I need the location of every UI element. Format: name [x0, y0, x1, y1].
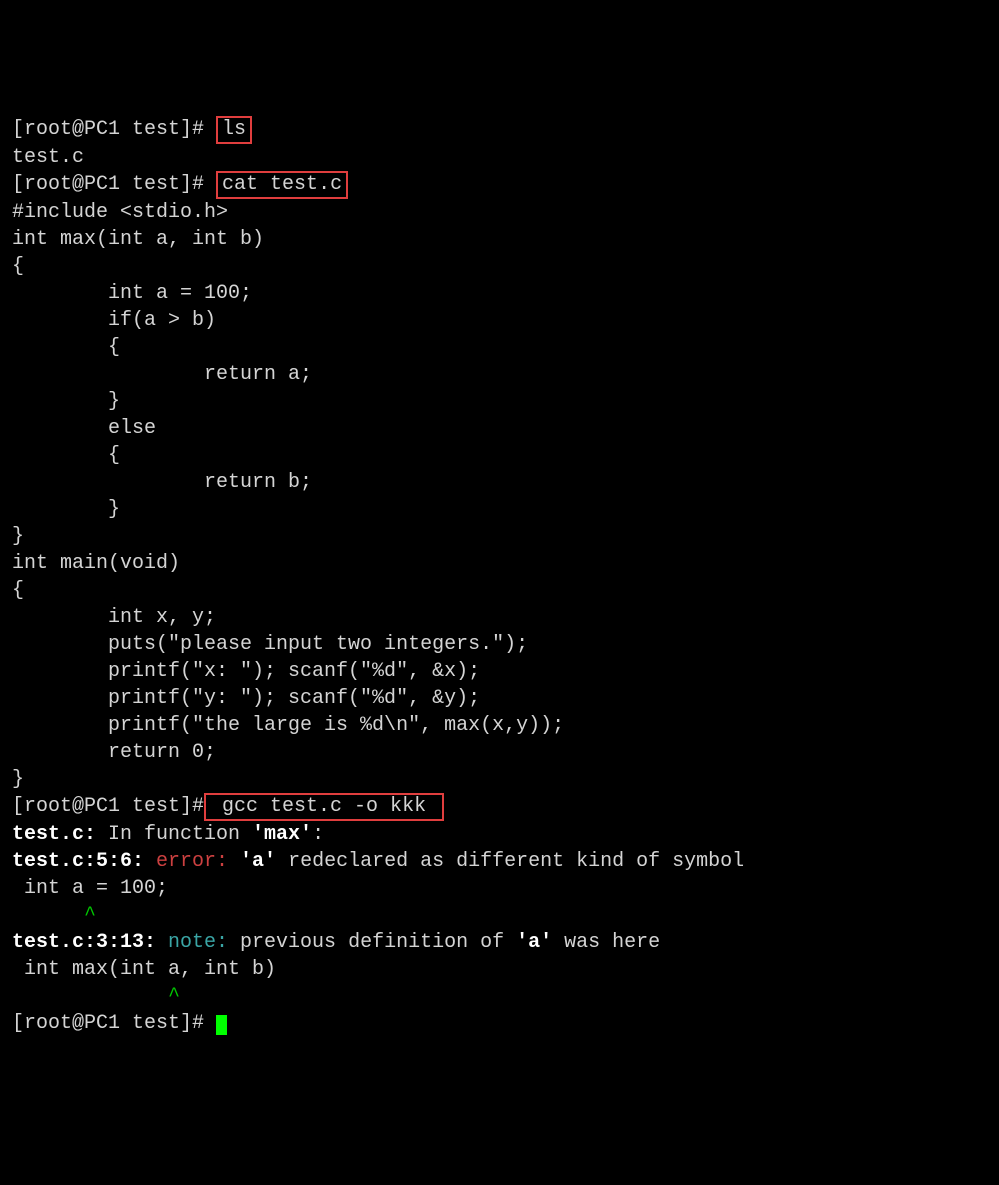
terminal-output: [root@PC1 test]# lstest.c[root@PC1 test]… [12, 116, 987, 1037]
note-label: note: [168, 931, 240, 954]
compiler-location: test.c:5:6: [12, 850, 156, 873]
code-line: printf("y: "); scanf("%d", &y); [12, 685, 987, 712]
code-line: printf("the large is %d\n", max(x,y)); [12, 712, 987, 739]
code-line: } [12, 766, 987, 793]
note-message: previous definition of [240, 931, 516, 954]
shell-prompt: [root@PC1 test]# [12, 1012, 216, 1035]
caret-indicator: ^ [12, 904, 96, 927]
compiler-var: 'a' [240, 850, 276, 873]
compiler-function-name: 'max' [252, 823, 312, 846]
shell-prompt: [root@PC1 test]# [12, 118, 216, 141]
highlighted-command-cat: cat test.c [216, 171, 348, 199]
ls-output: test.c [12, 144, 987, 171]
code-line: int max(int a, int b) [12, 226, 987, 253]
code-line: return 0; [12, 739, 987, 766]
code-line: { [12, 253, 987, 280]
compiler-location: test.c:3:13: [12, 931, 168, 954]
code-line: else [12, 415, 987, 442]
code-line: if(a > b) [12, 307, 987, 334]
code-line: int a = 100; [12, 280, 987, 307]
cursor-icon[interactable] [216, 1015, 227, 1035]
compiler-source-line: int a = 100; [12, 875, 987, 902]
compiler-colon: : [312, 823, 324, 846]
code-line: return a; [12, 361, 987, 388]
code-line: return b; [12, 469, 987, 496]
code-line: } [12, 496, 987, 523]
error-message: redeclared as different kind of symbol [276, 850, 744, 873]
code-line: { [12, 334, 987, 361]
compiler-text: In function [96, 823, 252, 846]
compiler-source-line: int max(int a, int b) [12, 956, 987, 983]
code-line: printf("x: "); scanf("%d", &x); [12, 658, 987, 685]
highlighted-command-ls: ls [216, 116, 252, 144]
error-label: error: [156, 850, 240, 873]
shell-prompt: [root@PC1 test]# [12, 795, 204, 818]
code-line: } [12, 523, 987, 550]
code-line: #include <stdio.h> [12, 199, 987, 226]
caret-indicator: ^ [12, 985, 180, 1008]
compiler-file: test.c: [12, 823, 96, 846]
code-line: { [12, 442, 987, 469]
code-line: } [12, 388, 987, 415]
code-line: puts("please input two integers."); [12, 631, 987, 658]
code-line: int main(void) [12, 550, 987, 577]
highlighted-command-gcc: gcc test.c -o kkk [204, 793, 444, 821]
code-line: { [12, 577, 987, 604]
note-suffix: was here [552, 931, 660, 954]
code-line: int x, y; [12, 604, 987, 631]
shell-prompt: [root@PC1 test]# [12, 173, 216, 196]
compiler-var: 'a' [516, 931, 552, 954]
